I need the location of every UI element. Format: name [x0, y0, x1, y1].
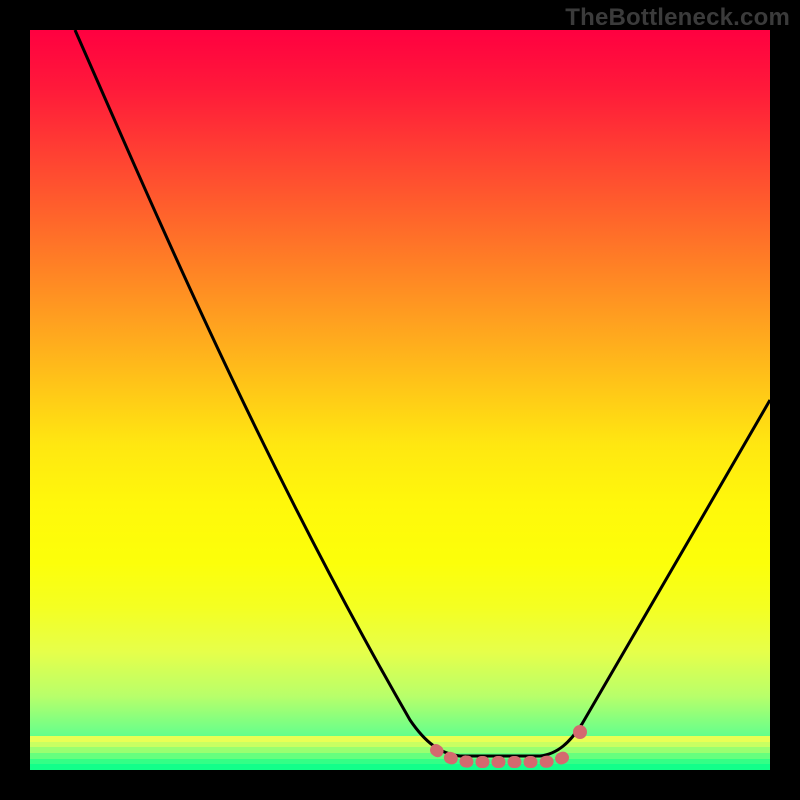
watermark-text: TheBottleneck.com: [565, 4, 790, 32]
plot-area: [30, 30, 770, 770]
bottleneck-curve: [75, 30, 770, 756]
chart-frame: TheBottleneck.com: [0, 0, 800, 800]
right-end-marker: [573, 725, 587, 739]
curve-layer: [30, 30, 770, 770]
